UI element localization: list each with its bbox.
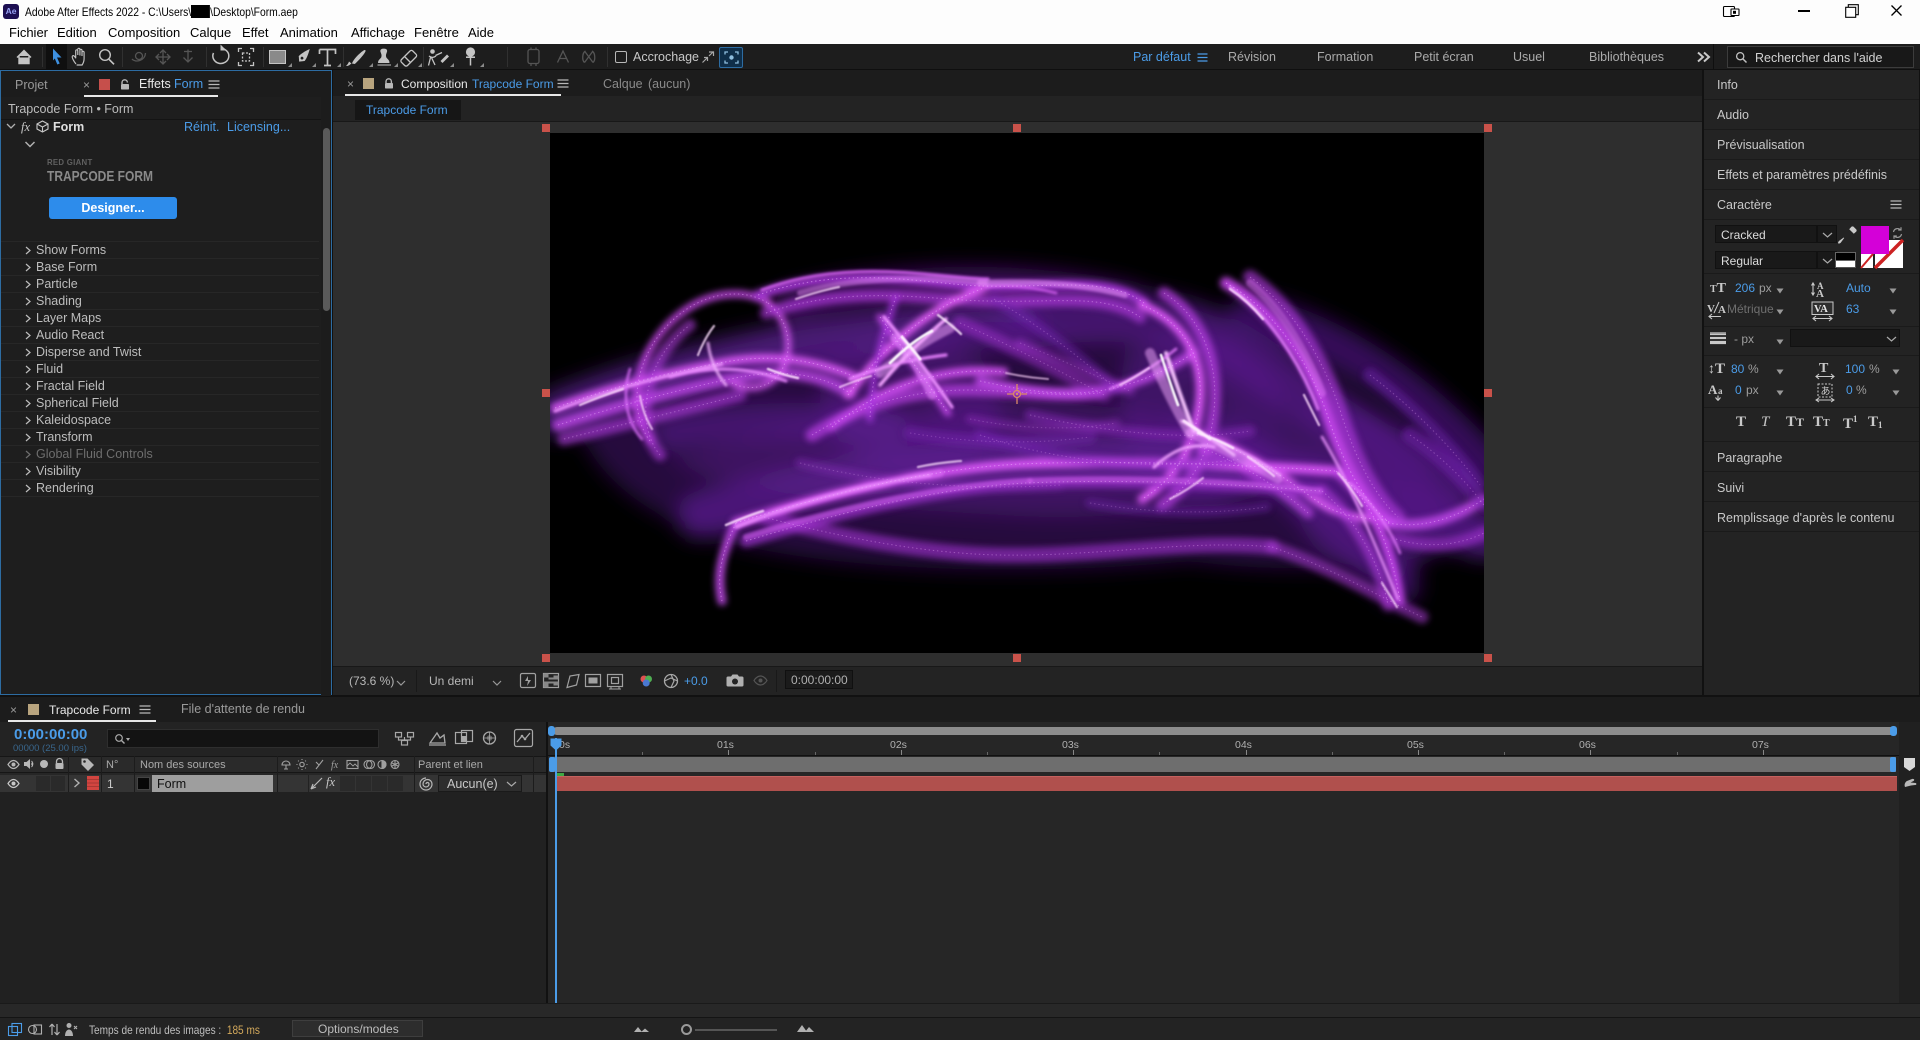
- svg-text:あ: あ: [1821, 386, 1831, 398]
- svg-text:A: A: [1708, 382, 1718, 397]
- svg-text:VA: VA: [1814, 304, 1828, 315]
- svg-text:fx: fx: [331, 760, 339, 771]
- svg-text:A: A: [1718, 304, 1726, 316]
- svg-text:A: A: [1816, 288, 1824, 300]
- svg-text:T: T: [1819, 361, 1829, 376]
- svg-text:V: V: [1707, 303, 1715, 315]
- svg-text:a: a: [1718, 386, 1723, 396]
